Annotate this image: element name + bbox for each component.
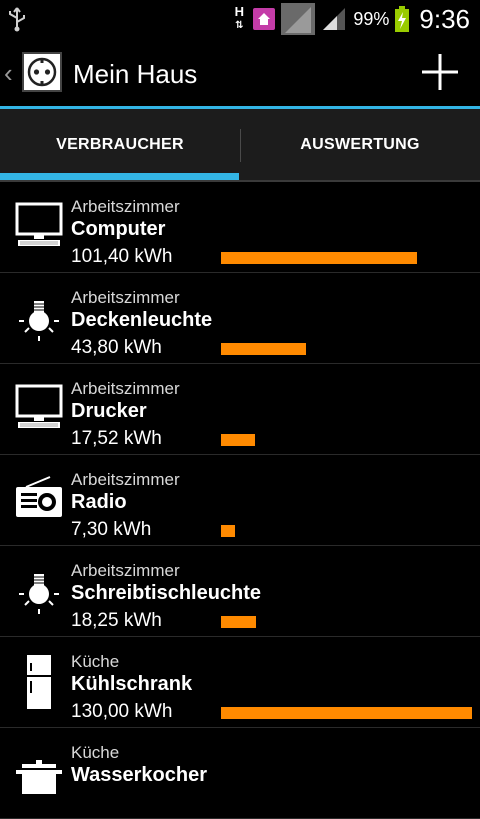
- consumer-consumption: 18,25 kWh: [71, 610, 162, 631]
- tab-verbraucher[interactable]: VERBRAUCHER: [0, 109, 240, 180]
- usb-icon: [9, 7, 25, 32]
- consumption-bar: [221, 525, 235, 537]
- radio-icon: [14, 473, 64, 527]
- consumer-name: Computer: [71, 218, 166, 240]
- consumer-consumption: 7,30 kWh: [71, 519, 152, 540]
- up-caret-icon[interactable]: ‹: [4, 58, 13, 89]
- consumer-name: Radio: [71, 491, 127, 513]
- fridge-icon: [14, 655, 64, 709]
- consumer-row[interactable]: Küche Kühlschrank 130,00 kWh: [0, 637, 480, 728]
- monitor-icon: [14, 382, 64, 436]
- selected-tab-indicator: [0, 173, 239, 180]
- consumption-bar: [221, 434, 255, 446]
- cell-signal-icon: [323, 8, 346, 30]
- consumer-room: Arbeitszimmer: [71, 379, 180, 398]
- consumption-bar: [221, 343, 306, 355]
- consumer-consumption: 130,00 kWh: [71, 701, 173, 722]
- consumer-row[interactable]: Arbeitszimmer Deckenleuchte 43,80 kWh: [0, 273, 480, 364]
- lightbulb-icon: [14, 564, 64, 618]
- consumer-room: Arbeitszimmer: [71, 561, 180, 580]
- consumption-bar: [221, 707, 472, 719]
- consumer-name: Kühlschrank: [71, 673, 193, 695]
- consumer-name: Drucker: [71, 400, 147, 422]
- lightbulb-icon: [14, 291, 64, 345]
- consumer-row[interactable]: Arbeitszimmer Schreibtischleuchte 18,25 kW…: [0, 546, 480, 637]
- consumer-list: Arbeitszimmer Computer 101,40 kWh Arbeitszi…: [0, 182, 480, 819]
- consumer-room: Küche: [71, 743, 120, 762]
- status-bar: H ⇅ 99% 9:36: [0, 0, 480, 38]
- consumption-bar: [221, 252, 417, 264]
- monitor-icon: [14, 200, 64, 254]
- consumer-row[interactable]: Arbeitszimmer Radio 7,30 kWh: [0, 455, 480, 546]
- consumer-name: Deckenleuchte: [71, 309, 213, 331]
- consumer-name: Schreibtischleuchte: [71, 582, 262, 604]
- add-button[interactable]: [422, 54, 458, 90]
- battery-percent: 99%: [353, 8, 390, 29]
- clock: 9:36: [419, 3, 470, 34]
- battery-charging-icon: [395, 6, 410, 32]
- consumer-consumption: 17,52 kWh: [71, 428, 162, 449]
- consumer-row[interactable]: Arbeitszimmer Computer 101,40 kWh: [0, 182, 480, 273]
- consumer-row[interactable]: Arbeitszimmer Drucker 17,52 kWh: [0, 364, 480, 455]
- home-notification-icon: [253, 8, 276, 30]
- action-bar: ‹ Mein Haus: [0, 38, 480, 106]
- consumption-bar: [221, 616, 256, 628]
- consumer-room: Arbeitszimmer: [71, 197, 180, 216]
- app-icon[interactable]: [22, 52, 62, 92]
- tab-auswertung[interactable]: AUSWERTUNG: [240, 109, 480, 180]
- consumer-name: Wasserkocher: [71, 764, 207, 786]
- consumer-room: Arbeitszimmer: [71, 470, 180, 489]
- power-socket-icon: [27, 57, 57, 87]
- consumer-consumption: 43,80 kWh: [71, 337, 162, 358]
- consumer-room: Küche: [71, 652, 120, 671]
- pot-icon: [14, 746, 64, 800]
- consumer-room: Arbeitszimmer: [71, 288, 180, 307]
- tab-bar: VERBRAUCHER AUSWERTUNG: [0, 109, 480, 182]
- wifi-signal-icon: [281, 3, 316, 35]
- network-type-indicator: H ⇅: [234, 4, 245, 31]
- consumer-consumption: 101,40 kWh: [71, 246, 173, 267]
- consumer-row[interactable]: Küche Wasserkocher: [0, 728, 480, 819]
- page-title: Mein Haus: [73, 59, 198, 89]
